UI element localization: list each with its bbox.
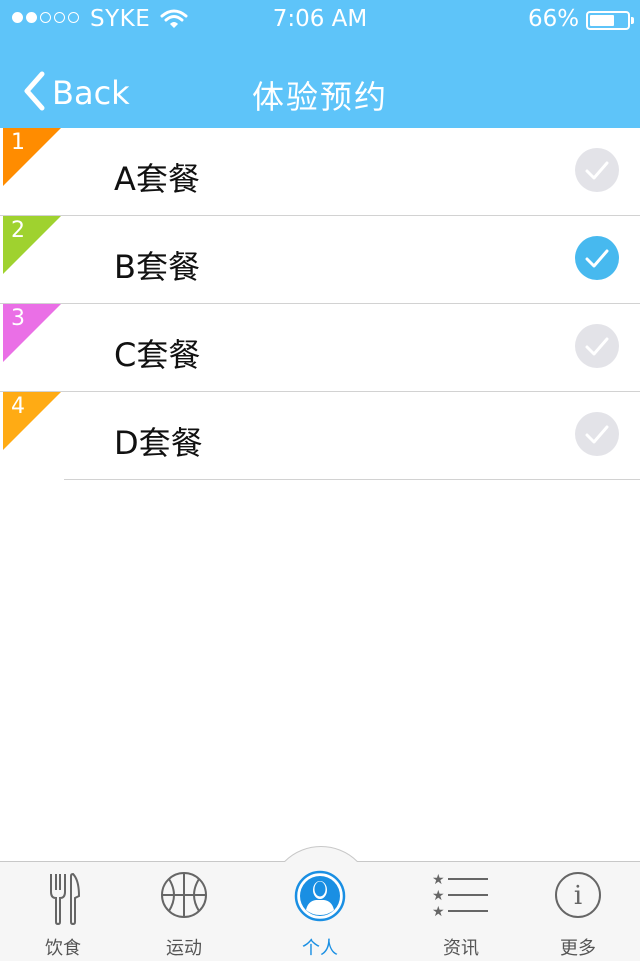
svg-text:★: ★ (432, 904, 445, 920)
checkmark-icon[interactable] (575, 412, 619, 456)
info-icon: i (523, 870, 633, 930)
basketball-icon (129, 870, 239, 930)
package-label: B套餐 (114, 248, 200, 286)
checkmark-icon[interactable] (575, 324, 619, 368)
tab-news[interactable]: ★ ★ ★ 资讯 (406, 862, 516, 960)
tab-label: 饮食 (45, 938, 81, 959)
list-item[interactable]: 1 A套餐 (0, 128, 640, 216)
package-list: 1 A套餐 2 B套餐 3 C套餐 4 D套餐 (0, 128, 640, 480)
ribbon-number: 3 (11, 306, 25, 331)
package-label: D套餐 (114, 424, 203, 462)
ribbon-number: 1 (11, 130, 25, 155)
ribbon-number: 2 (11, 218, 25, 243)
tab-personal[interactable]: 个人 (265, 862, 375, 960)
list-item[interactable]: 4 D套餐 (0, 392, 640, 480)
list-item[interactable]: 2 B套餐 (0, 216, 640, 304)
tab-diet[interactable]: 饮食 (8, 862, 118, 960)
header-bar: SYKE 7:06 AM 66% Back 体验预约 (0, 0, 640, 128)
battery-fill (590, 15, 614, 26)
star-list-icon: ★ ★ ★ (406, 870, 516, 930)
package-label: C套餐 (114, 336, 201, 374)
ribbon-number: 4 (11, 394, 25, 419)
fork-knife-icon (8, 870, 118, 930)
battery-icon (586, 11, 630, 30)
svg-text:i: i (574, 881, 582, 911)
number-ribbon: 4 (3, 392, 61, 450)
tab-label: 资讯 (443, 938, 479, 959)
package-label: A套餐 (114, 160, 200, 198)
divider (64, 479, 640, 480)
svg-text:★: ★ (432, 872, 445, 888)
tab-label: 运动 (166, 938, 202, 959)
list-item[interactable]: 3 C套餐 (0, 304, 640, 392)
person-icon (265, 870, 375, 930)
battery-percent: 66% (528, 6, 580, 32)
tab-more[interactable]: i 更多 (523, 862, 633, 960)
svg-text:★: ★ (432, 888, 445, 904)
checkmark-icon[interactable] (575, 236, 619, 280)
number-ribbon: 3 (3, 304, 61, 362)
number-ribbon: 2 (3, 216, 61, 274)
tab-label: 更多 (560, 938, 596, 959)
battery-tip (631, 17, 634, 24)
tab-sports[interactable]: 运动 (129, 862, 239, 960)
checkmark-icon[interactable] (575, 148, 619, 192)
number-ribbon: 1 (3, 128, 61, 186)
tab-label: 个人 (302, 938, 338, 959)
status-bar: SYKE 7:06 AM 66% (0, 0, 640, 40)
page-title: 体验预约 (251, 78, 388, 116)
